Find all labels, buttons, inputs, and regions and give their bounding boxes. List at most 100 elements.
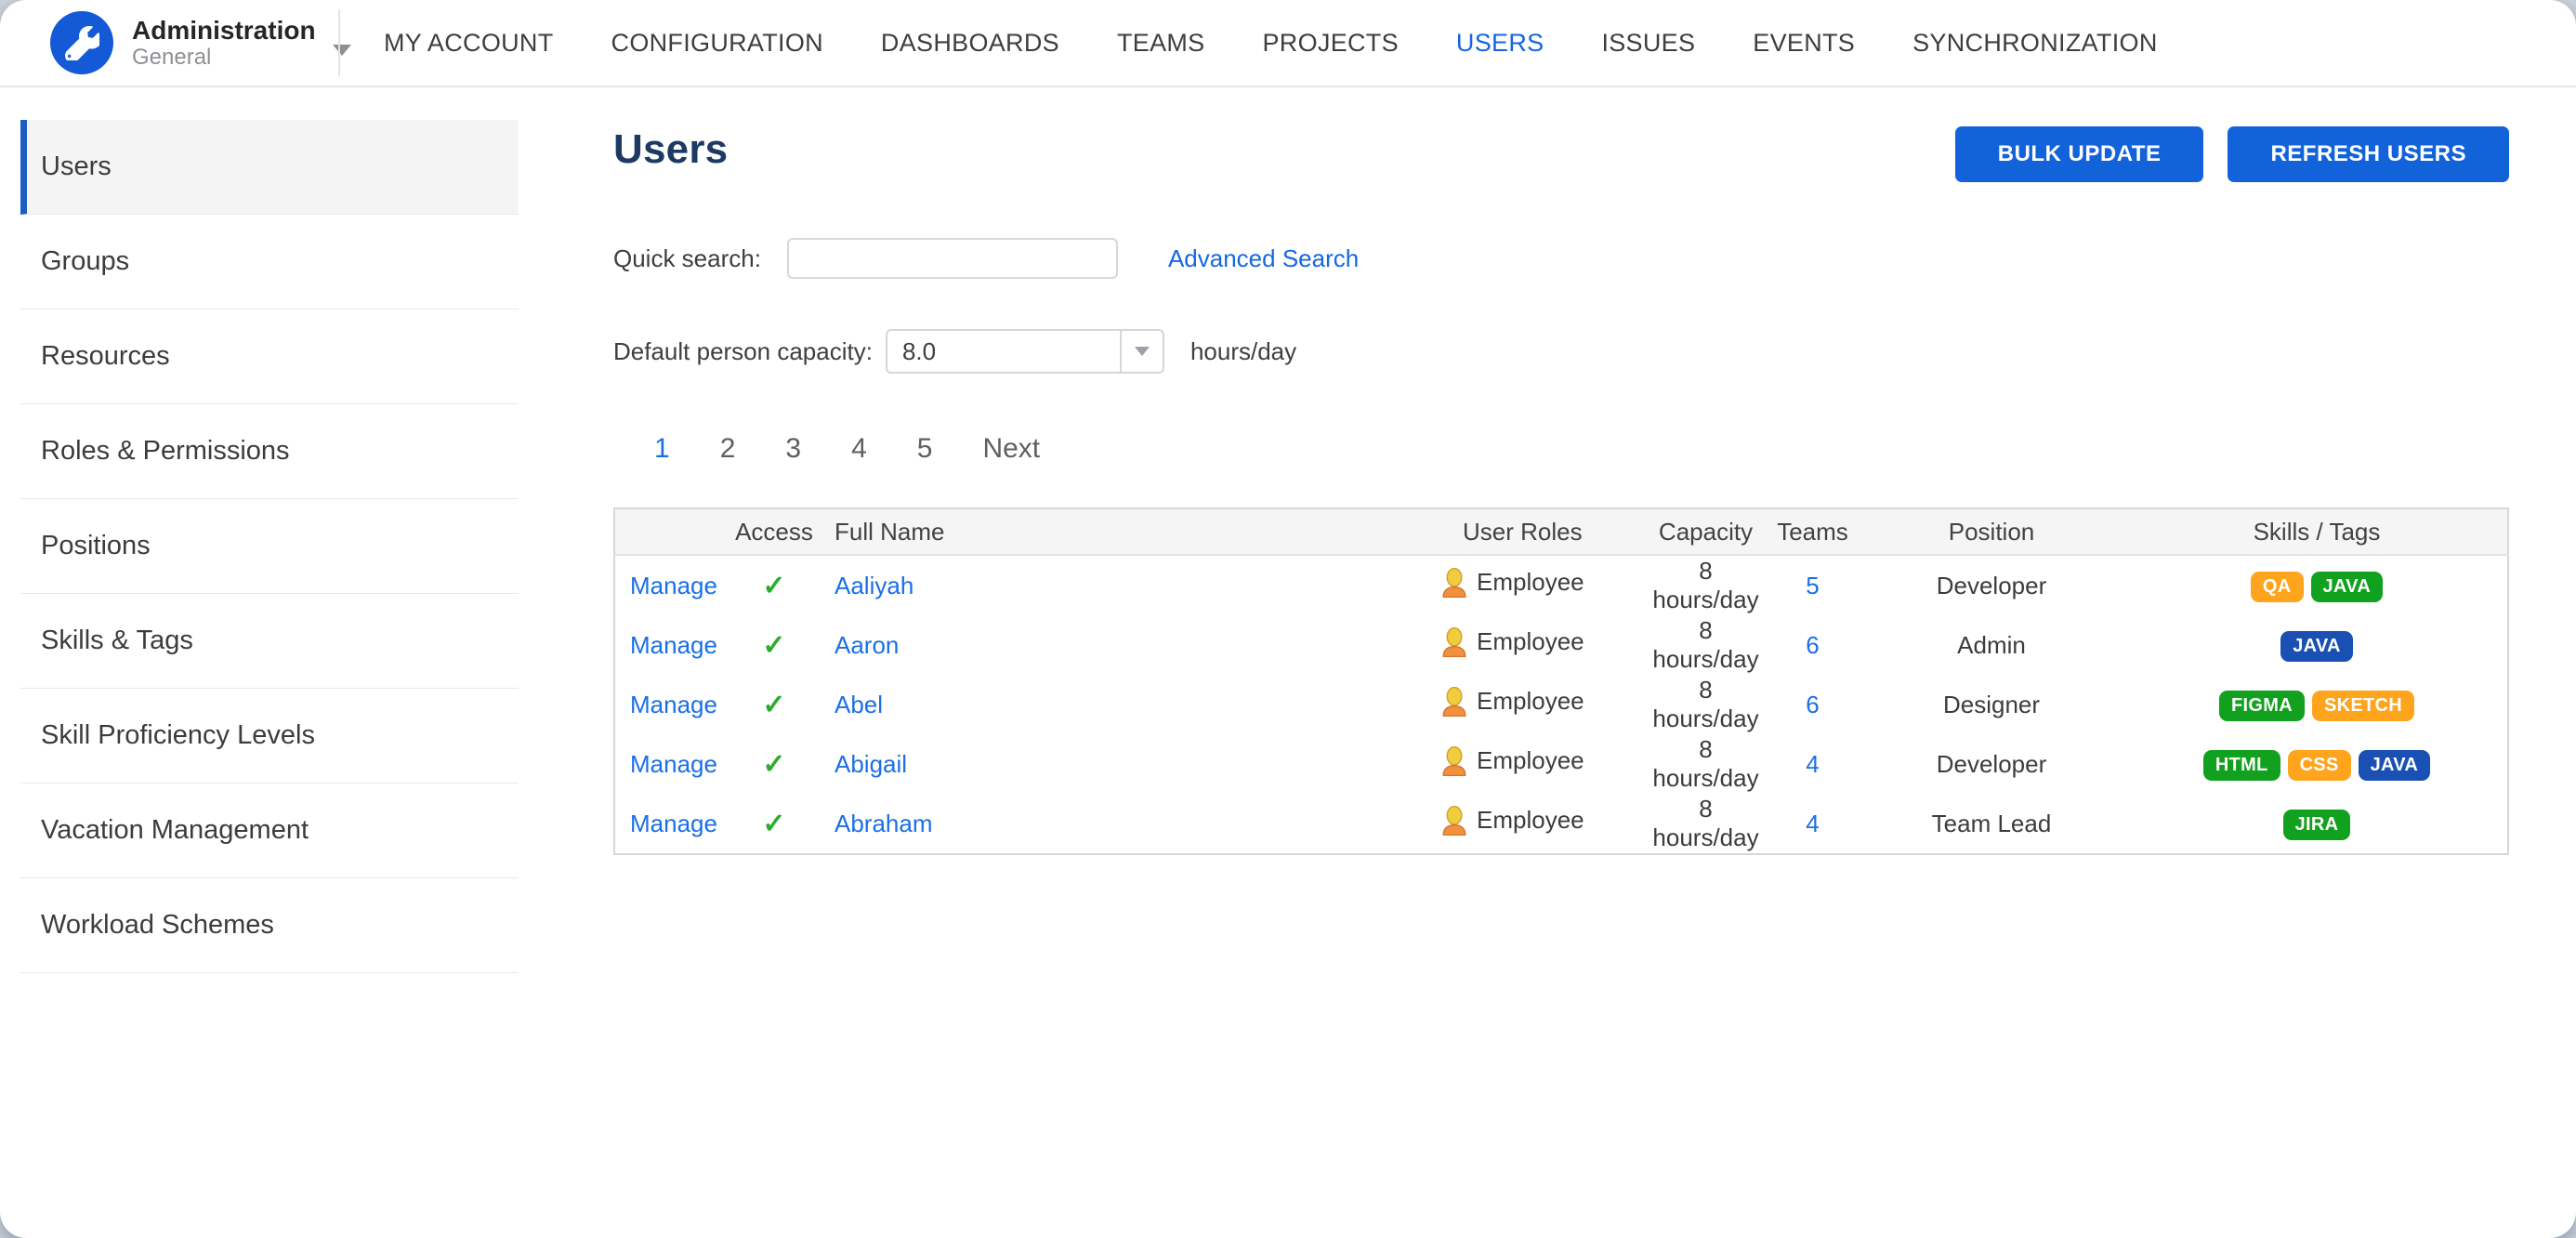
sidebar-item-skill-proficiency-levels[interactable]: Skill Proficiency Levels [20, 689, 519, 784]
column-header-full-name: Full Name [816, 508, 1429, 555]
manage-link[interactable]: Manage [630, 572, 717, 599]
sidebar: UsersGroupsResourcesRoles & PermissionsP… [0, 87, 528, 1236]
skill-tag: QA [2251, 572, 2304, 602]
pagination-page-1[interactable]: 1 [654, 433, 670, 465]
teams-count-link[interactable]: 4 [1806, 810, 1819, 837]
capacity-cell: 8 hours/day [1643, 555, 1768, 615]
chevron-down-icon [1135, 347, 1150, 356]
role-badge: Employee [1440, 806, 1584, 836]
capacity-cell: 8 hours/day [1643, 615, 1768, 675]
user-name-link[interactable]: Abel [835, 691, 883, 718]
brand-subtitle: General [132, 46, 316, 70]
employee-icon [1440, 568, 1468, 598]
sidebar-item-positions[interactable]: Positions [20, 499, 519, 594]
sidebar-item-users[interactable]: Users [20, 120, 519, 215]
nav-item-users[interactable]: USERS [1427, 29, 1573, 58]
nav-item-teams[interactable]: TEAMS [1088, 29, 1234, 58]
capacity-select[interactable]: 8.0 [886, 329, 1164, 374]
pagination-page-4[interactable]: 4 [851, 433, 867, 465]
nav-item-events[interactable]: EVENTS [1724, 29, 1884, 58]
main-content: Users BULK UPDATE REFRESH USERS Quick se… [528, 87, 2576, 1236]
column-header-access: Access [732, 508, 816, 555]
nav-item-projects[interactable]: PROJECTS [1233, 29, 1426, 58]
app-window: Administration General MY ACCOUNTCONFIGU… [0, 0, 2576, 1238]
manage-link[interactable]: Manage [630, 810, 717, 837]
pagination-next[interactable]: Next [982, 433, 1040, 465]
refresh-users-button[interactable]: REFRESH USERS [2228, 126, 2509, 182]
top-bar: Administration General MY ACCOUNTCONFIGU… [0, 0, 2576, 87]
access-check-icon: ✓ [762, 690, 785, 720]
nav-item-synchronization[interactable]: SYNCHRONIZATION [1884, 29, 2187, 58]
sidebar-item-workload-schemes[interactable]: Workload Schemes [20, 878, 519, 973]
teams-count-link[interactable]: 4 [1806, 750, 1819, 778]
sidebar-item-groups[interactable]: Groups [20, 215, 519, 310]
role-badge: Employee [1440, 746, 1584, 776]
quick-search-input[interactable] [787, 238, 1118, 279]
user-name-link[interactable]: Abigail [835, 750, 907, 778]
user-name-link[interactable]: Aaron [835, 631, 899, 659]
capacity-value: 8.0 [887, 337, 1120, 366]
skill-tag: CSS [2288, 750, 2351, 781]
user-name-link[interactable]: Aaliyah [835, 572, 913, 599]
table-row: Manage✓Aaron Employee8 hours/day6AdminJA… [614, 615, 2508, 675]
table-row: Manage✓Aaliyah Employee8 hours/day5Devel… [614, 555, 2508, 615]
nav-item-dashboards[interactable]: DASHBOARDS [852, 29, 1088, 58]
nav-item-issues[interactable]: ISSUES [1572, 29, 1724, 58]
user-name-link[interactable]: Abraham [835, 810, 933, 837]
manage-link[interactable]: Manage [630, 691, 717, 718]
table-row: Manage✓Abraham Employee8 hours/day4Team … [614, 794, 2508, 854]
select-caret-box[interactable] [1120, 331, 1163, 372]
bulk-update-button[interactable]: BULK UPDATE [1955, 126, 2204, 182]
skill-tag: SKETCH [2312, 691, 2414, 721]
sidebar-item-roles-permissions[interactable]: Roles & Permissions [20, 404, 519, 499]
role-label: Employee [1477, 806, 1584, 835]
column-header-capacity: Capacity [1643, 508, 1768, 555]
admin-app-switcher[interactable]: Administration General [0, 11, 327, 74]
users-table: AccessFull NameUser RolesCapacityTeamsPo… [613, 507, 2509, 855]
employee-icon [1440, 627, 1468, 657]
position-cell: Designer [1857, 675, 2126, 734]
skill-tag: JAVA [2280, 631, 2353, 662]
skills-tags-cell: JIRA [2126, 794, 2508, 854]
skills-tags-cell: HTMLCSSJAVA [2126, 734, 2508, 794]
sidebar-item-resources[interactable]: Resources [20, 310, 519, 404]
nav-item-my-account[interactable]: MY ACCOUNT [355, 29, 583, 58]
nav-item-configuration[interactable]: CONFIGURATION [583, 29, 852, 58]
skills-tags-cell: FIGMASKETCH [2126, 675, 2508, 734]
page-title: Users [613, 126, 728, 173]
pagination-page-5[interactable]: 5 [917, 433, 933, 465]
wrench-logo-icon [50, 11, 113, 74]
skills-tags-cell: QAJAVA [2126, 555, 2508, 615]
brand-title: Administration [132, 16, 316, 46]
access-check-icon: ✓ [762, 571, 785, 601]
teams-count-link[interactable]: 5 [1806, 572, 1819, 599]
access-check-icon: ✓ [762, 630, 785, 661]
page-actions: BULK UPDATE REFRESH USERS [1931, 126, 2509, 182]
column-header-position: Position [1857, 508, 2126, 555]
advanced-search-link[interactable]: Advanced Search [1168, 244, 1359, 273]
pagination-page-3[interactable]: 3 [785, 433, 801, 465]
sidebar-item-skills-tags[interactable]: Skills & Tags [20, 594, 519, 689]
sidebar-item-vacation-management[interactable]: Vacation Management [20, 784, 519, 878]
skill-tag: JIRA [2283, 810, 2351, 840]
position-cell: Team Lead [1857, 794, 2126, 854]
column-header-manage [614, 508, 732, 555]
role-badge: Employee [1440, 568, 1584, 598]
role-label: Employee [1477, 568, 1584, 597]
role-badge: Employee [1440, 687, 1584, 717]
capacity-cell: 8 hours/day [1643, 734, 1768, 794]
column-header-skills-tags: Skills / Tags [2126, 508, 2508, 555]
quick-search-label: Quick search: [613, 244, 761, 273]
pagination-page-2[interactable]: 2 [720, 433, 736, 465]
access-check-icon: ✓ [762, 809, 785, 839]
employee-icon [1440, 687, 1468, 717]
skill-tag: JAVA [2311, 572, 2384, 602]
employee-icon [1440, 746, 1468, 776]
table-row: Manage✓Abel Employee8 hours/day6Designer… [614, 675, 2508, 734]
column-header-user-roles: User Roles [1429, 508, 1643, 555]
teams-count-link[interactable]: 6 [1806, 691, 1819, 718]
teams-count-link[interactable]: 6 [1806, 631, 1819, 659]
role-label: Employee [1477, 687, 1584, 716]
manage-link[interactable]: Manage [630, 631, 717, 659]
manage-link[interactable]: Manage [630, 750, 717, 778]
